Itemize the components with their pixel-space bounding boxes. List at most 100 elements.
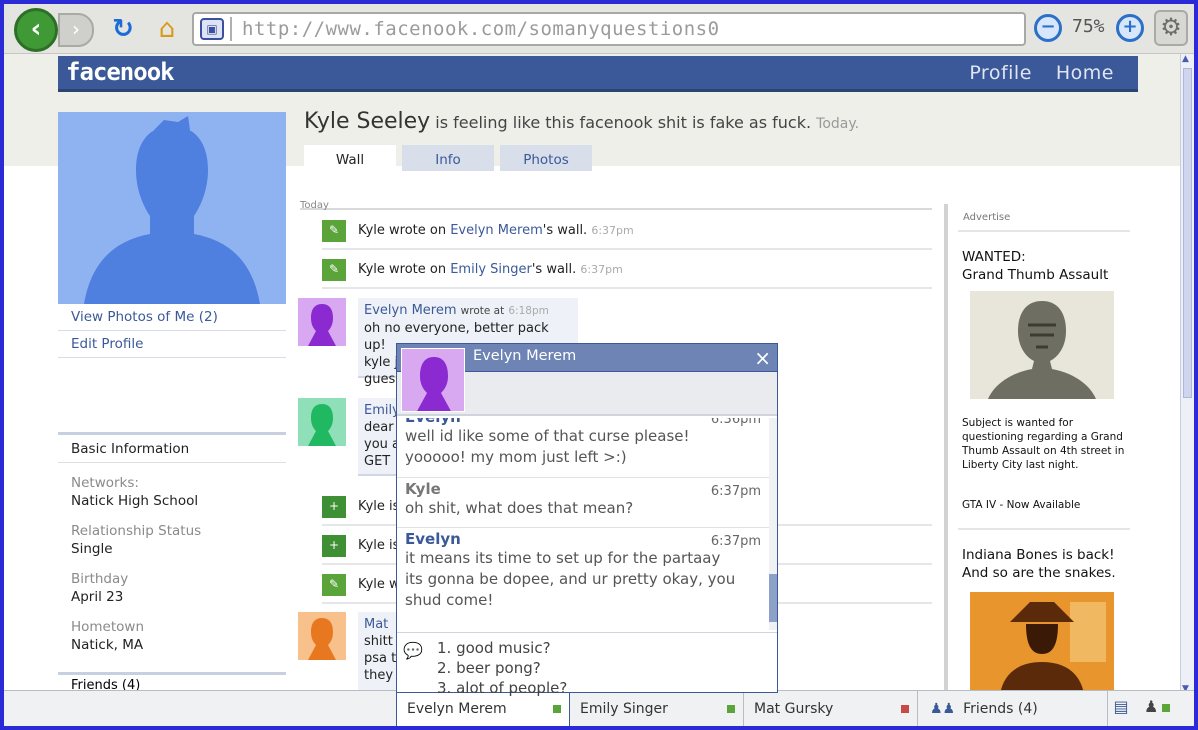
advertise-heading[interactable]: Advertise bbox=[963, 212, 1010, 223]
nav-profile-link[interactable]: Profile bbox=[969, 62, 1032, 84]
ad-title[interactable]: Indiana Bones is back! And so are the sn… bbox=[962, 546, 1116, 582]
notifications-icon[interactable]: ▤ bbox=[1110, 697, 1132, 719]
tab-wall[interactable]: Wall bbox=[304, 145, 396, 173]
zoom-level: 75% bbox=[1072, 16, 1105, 37]
view-photos-link[interactable]: View Photos of Me (2) bbox=[58, 304, 286, 331]
tab-photos[interactable]: Photos bbox=[500, 145, 592, 171]
zoom-out-icon[interactable]: − bbox=[1034, 14, 1062, 42]
ads-divider bbox=[958, 528, 1130, 530]
chat-friends-button[interactable]: ♟♟ Friends (4) bbox=[920, 691, 1108, 726]
friends-label: Friends (4) bbox=[963, 701, 1038, 717]
feed-divider bbox=[300, 208, 932, 210]
chat-scrollbar[interactable] bbox=[769, 418, 777, 630]
ad-footer[interactable]: GTA IV - Now Available bbox=[962, 498, 1126, 512]
speech-bubbles-icon: 💬 bbox=[403, 641, 423, 660]
address-bar[interactable]: ▣ http://www.facenook.com/somanyquestion… bbox=[192, 12, 1026, 46]
nav-home-link[interactable]: Home bbox=[1056, 62, 1114, 84]
scroll-thumb[interactable] bbox=[1183, 68, 1192, 398]
chat-tab-emily[interactable]: Emily Singer bbox=[570, 691, 744, 726]
chat-message: Evelyn 6:36pm well id like some of that … bbox=[397, 418, 769, 478]
profile-name[interactable]: Kyle Seeley bbox=[304, 109, 430, 134]
chat-scroll-thumb[interactable] bbox=[769, 574, 777, 622]
close-icon[interactable]: × bbox=[754, 346, 771, 370]
online-status-dot bbox=[727, 705, 735, 713]
message-time: 6:36pm bbox=[710, 418, 761, 427]
story-text: Kyle is bbox=[358, 538, 400, 553]
scroll-up-icon[interactable]: ▲ bbox=[1182, 54, 1189, 64]
edit-profile-link[interactable]: Edit Profile bbox=[58, 331, 286, 358]
forward-button[interactable]: › bbox=[58, 13, 94, 47]
story-text: Kyle wrote on bbox=[358, 262, 451, 277]
hometown-value: Natick, MA bbox=[71, 637, 144, 653]
post-author[interactable]: Emily bbox=[364, 403, 400, 418]
page-scrollbar[interactable]: ▲ ▼ bbox=[1180, 54, 1194, 694]
story-row: ✎ Kyle wrote on Evelyn Merem's wall. 6:3… bbox=[322, 212, 932, 250]
chat-avatar[interactable] bbox=[401, 348, 465, 412]
ad-image-wanted[interactable] bbox=[970, 291, 1114, 399]
post-author[interactable]: Mat bbox=[364, 617, 388, 632]
post-line: kyle j bbox=[364, 355, 399, 370]
hometown-label: Hometown bbox=[71, 619, 145, 635]
site-logo[interactable]: facenook bbox=[66, 58, 175, 86]
ad-title[interactable]: WANTED: Grand Thumb Assault bbox=[962, 248, 1108, 284]
chat-tab-mat[interactable]: Mat Gursky bbox=[744, 691, 918, 726]
home-icon[interactable]: ⌂ bbox=[152, 13, 182, 45]
post-meta: wrote at bbox=[460, 305, 505, 317]
post-author[interactable]: Evelyn Merem bbox=[364, 303, 457, 318]
chat-window: Evelyn Merem × Evelyn 6:36pm well id lik… bbox=[396, 343, 778, 697]
story-time: 6:37pm bbox=[580, 263, 623, 276]
message-sender: Evelyn bbox=[405, 530, 461, 548]
person-icon bbox=[308, 618, 336, 660]
reply-option-2[interactable]: 2. beer pong? bbox=[437, 659, 541, 677]
post-time: 6:18pm bbox=[508, 305, 549, 317]
tab-info[interactable]: Info bbox=[402, 145, 494, 171]
message-time: 6:37pm bbox=[710, 484, 761, 499]
url-text[interactable]: http://www.facenook.com/somanyquestions0 bbox=[242, 18, 720, 40]
back-button[interactable]: ‹ bbox=[14, 8, 58, 52]
page-icon: ▣ bbox=[200, 18, 224, 40]
ad-image-indiana[interactable] bbox=[970, 592, 1114, 694]
story-link[interactable]: Evelyn Merem bbox=[450, 223, 543, 238]
reply-option-1[interactable]: 1. good music? bbox=[437, 639, 551, 657]
message-line: shud come! bbox=[405, 591, 494, 609]
message-line: oh shit, what does that mean? bbox=[405, 499, 634, 517]
wanted-portrait-icon bbox=[970, 291, 1114, 399]
story-time: 6:37pm bbox=[591, 224, 634, 237]
story-text: Kyle w bbox=[358, 577, 400, 592]
ad-description: Subject is wanted for questioning regard… bbox=[962, 417, 1125, 471]
zoom-in-icon[interactable]: + bbox=[1116, 14, 1144, 42]
post-line: psa t bbox=[364, 651, 397, 666]
status-line: Kyle Seeley is feeling like this facenoo… bbox=[304, 109, 859, 134]
message-sender: Evelyn bbox=[405, 418, 761, 426]
person-icon bbox=[308, 304, 336, 346]
avatar[interactable] bbox=[298, 612, 346, 660]
site-header: facenook Profile Home bbox=[58, 56, 1138, 92]
story-link[interactable]: Emily Singer bbox=[450, 262, 532, 277]
profile-picture[interactable] bbox=[58, 112, 286, 304]
online-status-icon[interactable]: ♟ bbox=[1144, 697, 1174, 719]
chat-tab-label: Emily Singer bbox=[580, 701, 668, 717]
chat-log[interactable]: Evelyn 6:36pm well id like some of that … bbox=[397, 418, 769, 630]
wall-post-icon: ✎ bbox=[322, 220, 346, 242]
status-time: Today. bbox=[816, 116, 860, 132]
reply-option-3[interactable]: 3. alot of people? bbox=[437, 679, 567, 697]
basic-info-heading: Basic Information bbox=[58, 435, 286, 463]
post-line: gues bbox=[364, 372, 396, 387]
avatar[interactable] bbox=[298, 298, 346, 346]
chat-bar: Evelyn Merem Emily Singer Mat Gursky ♟♟ F… bbox=[4, 690, 1194, 726]
reload-icon[interactable]: ↻ bbox=[108, 13, 138, 45]
person-icon bbox=[308, 404, 336, 446]
wall-post-icon: ✎ bbox=[322, 259, 346, 281]
ad-title-line: Indiana Bones is back! bbox=[962, 547, 1115, 563]
story-row: ✎ Kyle wrote on Emily Singer's wall. 6:3… bbox=[322, 251, 932, 289]
relationship-label: Relationship Status bbox=[71, 523, 202, 539]
friends-icon: ♟♟ bbox=[930, 701, 956, 717]
avatar[interactable] bbox=[298, 398, 346, 446]
ad-title-line: Grand Thumb Assault bbox=[962, 267, 1109, 283]
message-line: well id like some of that curse please! bbox=[405, 427, 690, 445]
feed-day-label: Today bbox=[300, 200, 329, 211]
gear-icon[interactable]: ⚙ bbox=[1154, 10, 1188, 46]
story-text: Kyle wrote on bbox=[358, 223, 451, 238]
friends-heading[interactable]: Friends (4) bbox=[58, 672, 286, 693]
chat-contact-name: Evelyn Merem bbox=[473, 348, 577, 364]
